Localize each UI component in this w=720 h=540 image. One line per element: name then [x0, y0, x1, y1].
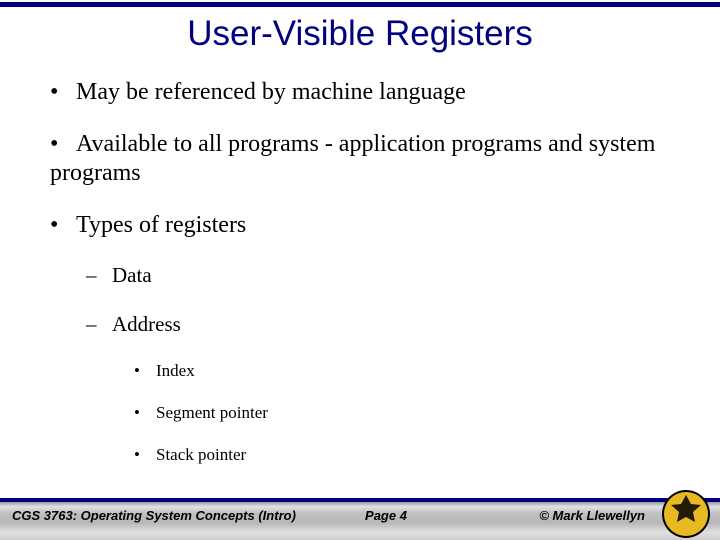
sub-bullet-text: Address — [112, 312, 181, 336]
bullet-icon: • — [50, 211, 76, 239]
bullet-text: Types of registers — [76, 212, 246, 238]
footer-page-prefix: Page — [365, 508, 400, 523]
subsub-bullet-text: Index — [156, 361, 195, 380]
bullet-icon: • — [50, 78, 76, 106]
dash-icon: – — [86, 312, 112, 337]
footer: Page 4 CGS 3763: Operating System Concep… — [0, 498, 720, 540]
bullet-icon: • — [134, 445, 156, 465]
subsub-bullet-text: Segment pointer — [156, 403, 268, 422]
sub-bullet-item: –Data — [86, 263, 700, 288]
slide-title: User-Visible Registers — [0, 14, 720, 54]
bullet-item: •May be referenced by machine language — [50, 78, 700, 106]
bullet-icon: • — [134, 403, 156, 423]
sub-bullet-item: –Address — [86, 312, 700, 337]
top-rule — [0, 2, 720, 7]
bullet-item: •Available to all programs - application… — [50, 130, 700, 187]
footer-copyright: © Mark Llewellyn — [539, 508, 645, 523]
bullet-text: Available to all programs - application … — [50, 131, 655, 185]
subsub-bullet-text: Stack pointer — [156, 445, 246, 464]
bullet-icon: • — [50, 130, 76, 158]
subsub-bullet-item: •Segment pointer — [134, 403, 700, 423]
subsub-bullet-item: •Stack pointer — [134, 445, 700, 465]
ucf-logo-icon — [658, 484, 714, 540]
sub-bullet-text: Data — [112, 263, 152, 287]
dash-icon: – — [86, 263, 112, 288]
slide-body: •May be referenced by machine language •… — [50, 78, 700, 487]
footer-page-number: 4 — [400, 508, 407, 523]
subsub-bullet-item: •Index — [134, 361, 700, 381]
bullet-text: May be referenced by machine language — [76, 79, 466, 105]
bullet-icon: • — [134, 361, 156, 381]
slide: User-Visible Registers •May be reference… — [0, 0, 720, 540]
footer-course: CGS 3763: Operating System Concepts (Int… — [12, 508, 296, 523]
bullet-item: •Types of registers — [50, 211, 700, 239]
